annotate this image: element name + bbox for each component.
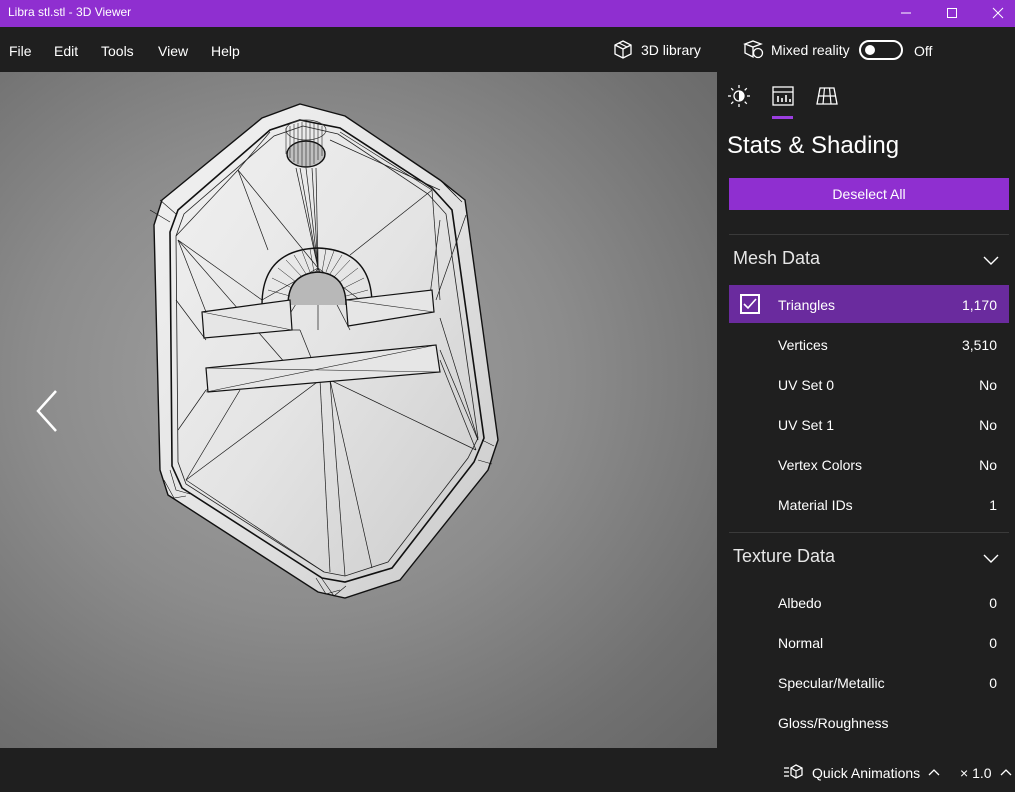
mesh-row-triangles[interactable]: Triangles 1,170 [729, 285, 1009, 323]
3d-library-button[interactable]: 3D library [612, 39, 707, 61]
stat-value: 0 [989, 635, 997, 651]
grid-icon[interactable] [815, 84, 839, 108]
menu-file[interactable]: File [9, 43, 32, 59]
checkmark-icon [743, 298, 757, 310]
divider [729, 234, 1009, 235]
mixed-reality-icon [743, 40, 764, 59]
stat-name: Gloss/Roughness [778, 715, 889, 731]
stat-value: 1 [989, 497, 997, 513]
chevron-up-icon[interactable] [1000, 768, 1012, 776]
stat-value: 1,170 [961, 297, 997, 313]
stat-name: Vertices [778, 337, 828, 353]
stats-panel: Stats & Shading Deselect All Mesh Data T… [717, 72, 1015, 748]
maximize-button[interactable] [929, 0, 975, 27]
maximize-icon [947, 8, 957, 18]
divider [729, 532, 1009, 533]
checkbox[interactable] [740, 294, 760, 314]
mesh-row-vertices[interactable]: Vertices 3,510 [729, 325, 1009, 363]
stat-value: No [979, 457, 997, 473]
texture-row-albedo[interactable]: Albedo 0 [729, 583, 1009, 621]
chevron-up-icon[interactable] [928, 768, 940, 776]
stat-value: 0 [989, 595, 997, 611]
panel-title: Stats & Shading [727, 132, 900, 159]
mixed-reality-label: Mixed reality [771, 42, 850, 58]
quick-animations-button[interactable]: Quick Animations [812, 765, 920, 781]
title-bar: Libra stl.stl - 3D Viewer [0, 0, 1015, 27]
3d-library-label: 3D library [641, 42, 701, 58]
status-bar: Quick Animations × 1.0 [0, 748, 1015, 792]
mesh-row-material-ids[interactable]: Material IDs 1 [729, 485, 1009, 523]
minimize-icon [901, 12, 911, 14]
stat-name: UV Set 1 [778, 417, 835, 433]
cube-icon [614, 40, 632, 59]
chevron-down-icon[interactable] [983, 256, 999, 266]
mixed-reality-toggle[interactable] [859, 40, 903, 60]
menu-view[interactable]: View [158, 43, 188, 59]
mixed-reality-button[interactable]: Mixed reality [743, 39, 855, 61]
texture-row-specular-metallic[interactable]: Specular/Metallic 0 [729, 663, 1009, 701]
deselect-all-button[interactable]: Deselect All [729, 178, 1009, 210]
stat-value: 3,510 [961, 337, 997, 353]
stat-name: Albedo [778, 595, 822, 611]
3d-viewport[interactable] [0, 72, 717, 748]
toggle-knob [865, 45, 875, 55]
menu-edit[interactable]: Edit [54, 43, 78, 59]
texture-row-normal[interactable]: Normal 0 [729, 623, 1009, 661]
close-icon [992, 7, 1004, 19]
mesh-data-header[interactable]: Mesh Data [733, 248, 820, 269]
stat-value: 0 [989, 675, 997, 691]
stats-icon[interactable] [771, 84, 795, 108]
active-tab-indicator [772, 116, 793, 119]
stat-name: Triangles [778, 297, 836, 313]
texture-row-gloss-roughness[interactable]: Gloss/Roughness [729, 703, 1009, 741]
chevron-left-icon[interactable] [32, 388, 62, 434]
stat-value: No [979, 377, 997, 393]
menu-help[interactable]: Help [211, 43, 240, 59]
animation-speed[interactable]: × 1.0 [960, 765, 992, 781]
mixed-reality-state: Off [914, 43, 933, 59]
sun-icon[interactable] [727, 84, 751, 108]
close-button[interactable] [975, 0, 1015, 27]
stat-name: UV Set 0 [778, 377, 835, 393]
libra-pendant-model[interactable] [0, 72, 717, 748]
minimize-button[interactable] [883, 0, 929, 27]
texture-data-header[interactable]: Texture Data [733, 546, 835, 567]
stat-name: Material IDs [778, 497, 853, 513]
chevron-down-icon[interactable] [983, 554, 999, 564]
mesh-row-vertex-colors[interactable]: Vertex Colors No [729, 445, 1009, 483]
mesh-row-uv-set-1[interactable]: UV Set 1 No [729, 405, 1009, 443]
stat-name: Normal [778, 635, 824, 651]
stat-value: No [979, 417, 997, 433]
animations-icon [784, 764, 803, 779]
stat-name: Vertex Colors [778, 457, 863, 473]
window-title: Libra stl.stl - 3D Viewer [8, 5, 132, 19]
stat-name: Specular/Metallic [778, 675, 885, 691]
menu-tools[interactable]: Tools [101, 43, 134, 59]
mesh-row-uv-set-0[interactable]: UV Set 0 No [729, 365, 1009, 403]
